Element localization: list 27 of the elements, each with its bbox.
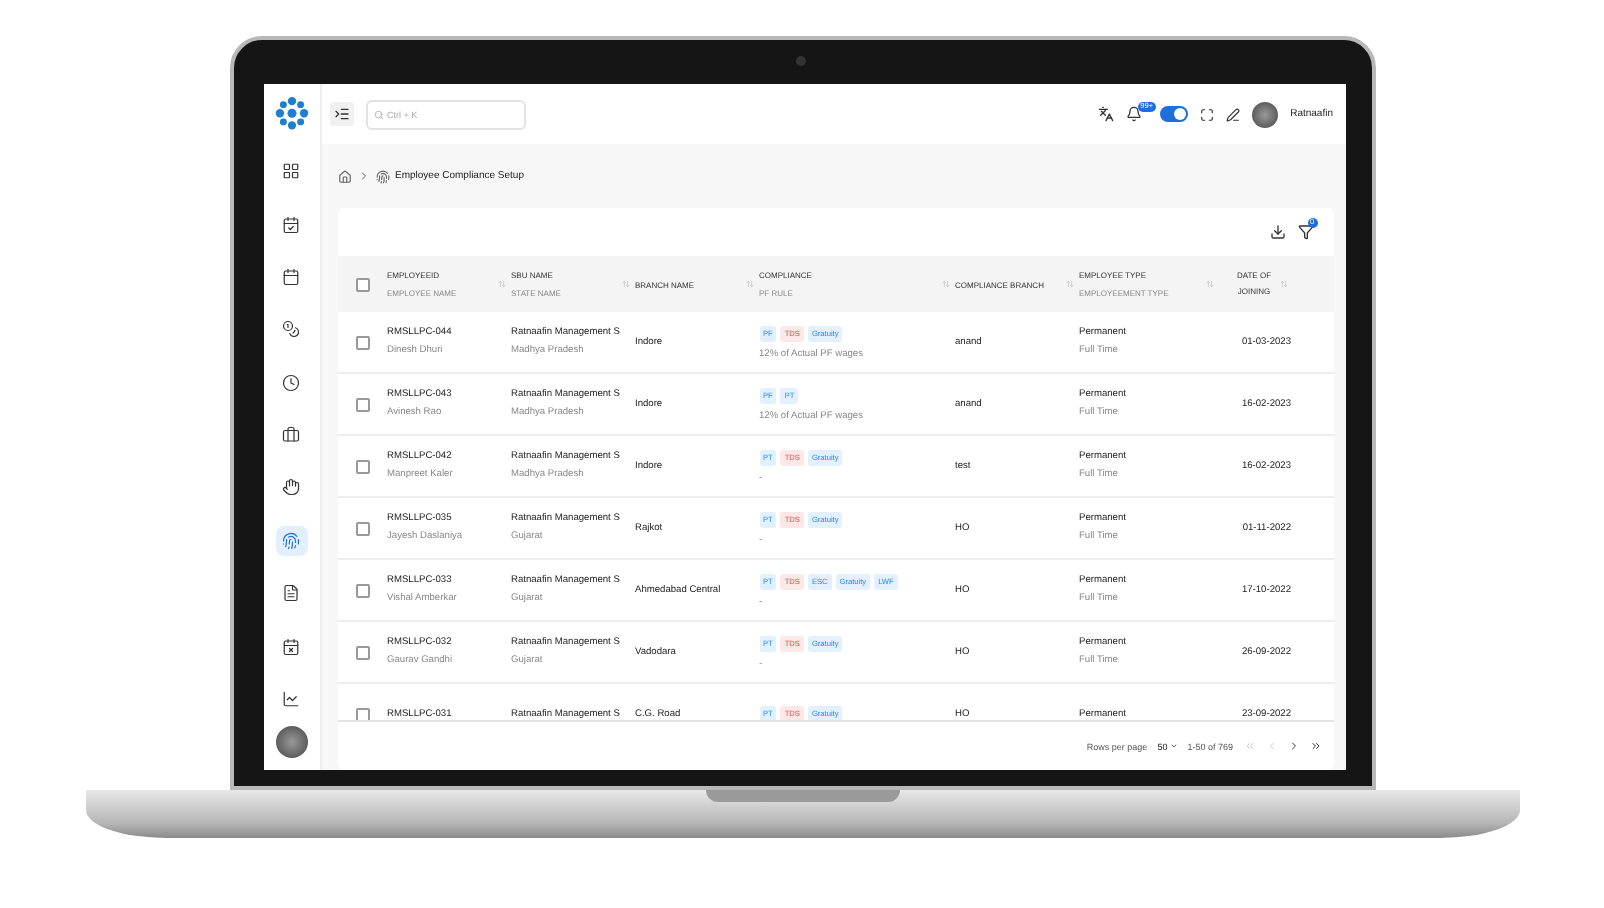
checkbox[interactable] [355,397,369,411]
checkbox[interactable] [355,521,369,535]
checkbox[interactable] [355,335,369,349]
fingerprint-icon[interactable] [275,525,307,556]
home-icon[interactable] [337,169,351,183]
fingerprint-icon [375,169,389,183]
checkbox[interactable] [355,645,369,659]
next-page-icon[interactable] [1287,740,1299,752]
filter-icon[interactable] [1297,224,1313,240]
menu-button[interactable] [329,102,353,126]
camera-icon [795,56,805,66]
checkbox[interactable] [355,583,369,597]
theme-toggle[interactable] [1160,106,1189,122]
bell-icon[interactable] [1125,106,1142,122]
search-icon [373,109,383,119]
checkbox[interactable] [355,277,369,291]
fullscreen-icon[interactable] [1200,107,1215,121]
chevron-icon [357,170,369,182]
translate-icon[interactable] [1097,106,1114,122]
download-icon[interactable] [1269,224,1285,240]
checkbox[interactable] [355,707,369,720]
pen-icon[interactable] [1226,107,1241,121]
last-page-icon[interactable] [1309,740,1321,752]
logo-icon [273,96,309,131]
checkbox[interactable] [355,459,369,473]
avatar[interactable] [1252,101,1279,127]
avatar[interactable] [275,726,307,759]
